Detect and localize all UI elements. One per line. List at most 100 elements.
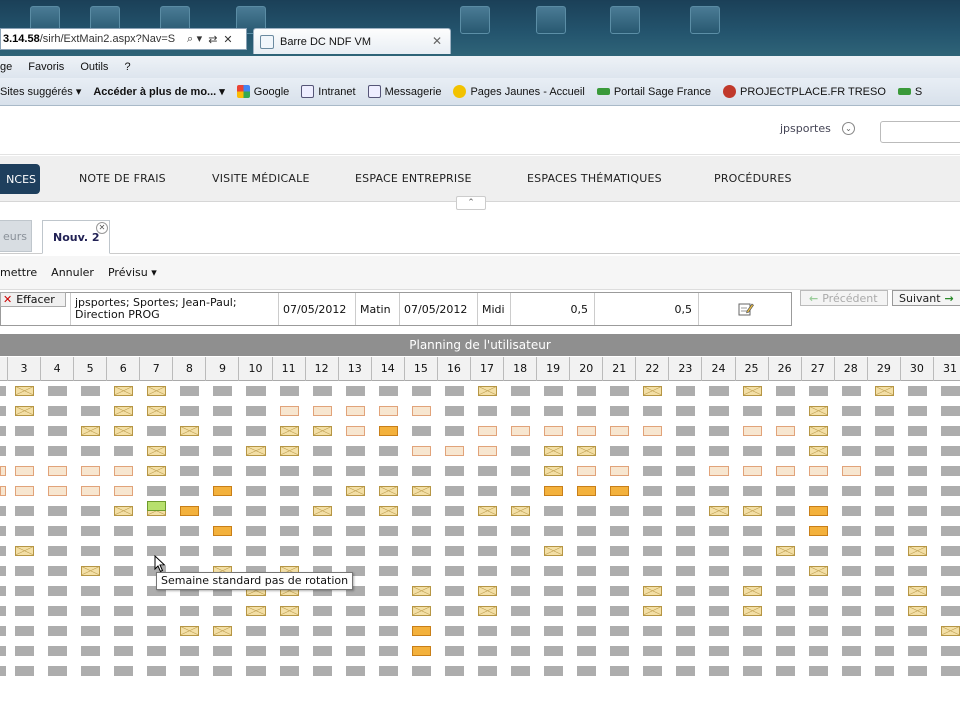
planning-cell[interactable]: [147, 646, 167, 656]
planning-cell[interactable]: [0, 426, 6, 436]
tab-nouv-2[interactable]: Nouv. 2 ✕: [42, 220, 110, 254]
planning-cell[interactable]: [81, 506, 101, 516]
planning-cell[interactable]: [610, 426, 630, 436]
planning-cell[interactable]: [81, 626, 101, 636]
planning-cell[interactable]: [940, 426, 960, 436]
planning-cell[interactable]: [15, 486, 35, 496]
planning-cell[interactable]: [907, 646, 927, 656]
planning-cell[interactable]: [345, 466, 365, 476]
planning-cell[interactable]: [48, 626, 68, 636]
planning-cell[interactable]: [544, 466, 564, 476]
planning-cell[interactable]: [246, 646, 266, 656]
planning-cell[interactable]: [180, 646, 200, 656]
planning-cell[interactable]: [0, 486, 6, 496]
planning-cell[interactable]: [477, 626, 498, 636]
planning-cell[interactable]: [312, 386, 332, 396]
planning-cell[interactable]: [180, 666, 200, 676]
planning-cell[interactable]: [841, 646, 861, 656]
planning-cell[interactable]: [577, 386, 597, 396]
previous-button[interactable]: ← Précédent: [800, 290, 888, 306]
planning-cell[interactable]: [709, 646, 729, 656]
menu-item-outils[interactable]: Outils: [80, 61, 108, 73]
planning-cell[interactable]: [610, 666, 630, 676]
planning-cell[interactable]: [775, 506, 795, 516]
nav-item-procedures[interactable]: PROCÉDURES: [714, 172, 792, 185]
planning-cell[interactable]: [147, 666, 167, 676]
planning-cell[interactable]: [246, 506, 266, 516]
planning-cell[interactable]: [643, 566, 663, 576]
planning-cell[interactable]: [147, 526, 167, 536]
planning-cell[interactable]: [345, 486, 365, 496]
planning-cell[interactable]: [742, 546, 762, 556]
planning-cell[interactable]: [808, 526, 828, 536]
planning-cell[interactable]: [114, 406, 134, 416]
planning-cell[interactable]: [841, 486, 861, 496]
planning-cell[interactable]: [511, 606, 531, 616]
planning-cell[interactable]: [808, 626, 828, 636]
planning-cell[interactable]: [411, 546, 431, 556]
planning-cell[interactable]: [411, 526, 431, 536]
planning-cell[interactable]: [48, 546, 68, 556]
planning-cell[interactable]: [246, 406, 266, 416]
planning-cell[interactable]: [312, 646, 332, 656]
planning-cell[interactable]: [147, 486, 167, 496]
favorite-portail-sage[interactable]: Portail Sage France: [596, 86, 711, 98]
planning-cell[interactable]: [610, 406, 630, 416]
planning-cell[interactable]: [775, 606, 795, 616]
planning-cell[interactable]: [676, 586, 696, 596]
planning-cell[interactable]: [841, 446, 861, 456]
planning-cell[interactable]: [378, 406, 398, 416]
next-button[interactable]: Suivant →: [892, 290, 960, 306]
previsu-button[interactable]: Prévisu ▾: [108, 266, 157, 279]
planning-cell[interactable]: [544, 426, 564, 436]
planning-cell[interactable]: [147, 446, 167, 456]
planning-cell[interactable]: [213, 446, 233, 456]
planning-cell[interactable]: [742, 406, 762, 416]
planning-cell[interactable]: [643, 626, 663, 636]
planning-cell[interactable]: [378, 566, 398, 576]
planning-cell[interactable]: [874, 646, 894, 656]
planning-cell[interactable]: [577, 506, 597, 516]
planning-cell[interactable]: [312, 426, 332, 436]
planning-cell[interactable]: [180, 526, 200, 536]
planning-cell[interactable]: [444, 506, 464, 516]
planning-cell[interactable]: [180, 626, 200, 636]
planning-cell[interactable]: [610, 506, 630, 516]
planning-cell[interactable]: [577, 546, 597, 556]
planning-cell[interactable]: [709, 586, 729, 596]
planning-cell[interactable]: [841, 566, 861, 576]
tab-inactive[interactable]: eurs: [0, 220, 32, 252]
planning-cell[interactable]: [709, 406, 729, 416]
planning-cell[interactable]: [907, 406, 927, 416]
planning-cell[interactable]: [544, 526, 564, 536]
favorite-messagerie[interactable]: Messagerie: [367, 85, 441, 98]
planning-cell[interactable]: [742, 486, 762, 496]
planning-cell[interactable]: [709, 386, 729, 396]
planning-cell[interactable]: [345, 606, 365, 616]
planning-cell[interactable]: [577, 566, 597, 576]
planning-cell[interactable]: [808, 566, 828, 576]
planning-cell[interactable]: [279, 546, 299, 556]
planning-cell[interactable]: [48, 506, 68, 516]
planning-cell[interactable]: [808, 466, 828, 476]
planning-cell[interactable]: [709, 666, 729, 676]
planning-cell[interactable]: [808, 666, 828, 676]
planning-cell[interactable]: [775, 526, 795, 536]
planning-cell[interactable]: [841, 526, 861, 536]
planning-cell[interactable]: [312, 506, 332, 516]
desktop-shortcut-icon[interactable]: [610, 6, 640, 34]
planning-cell[interactable]: [610, 466, 630, 476]
edit-record-icon[interactable]: [699, 293, 792, 325]
planning-cell[interactable]: [874, 466, 894, 476]
planning-cell[interactable]: [147, 626, 167, 636]
planning-cell[interactable]: [742, 506, 762, 516]
planning-cell[interactable]: [940, 506, 960, 516]
planning-cell[interactable]: [15, 566, 35, 576]
planning-cell[interactable]: [907, 666, 927, 676]
planning-cell[interactable]: [81, 606, 101, 616]
planning-cell[interactable]: [874, 626, 894, 636]
planning-cell[interactable]: [378, 646, 398, 656]
planning-cell[interactable]: [676, 486, 696, 496]
planning-cell[interactable]: [114, 566, 134, 576]
planning-cell[interactable]: [709, 526, 729, 536]
